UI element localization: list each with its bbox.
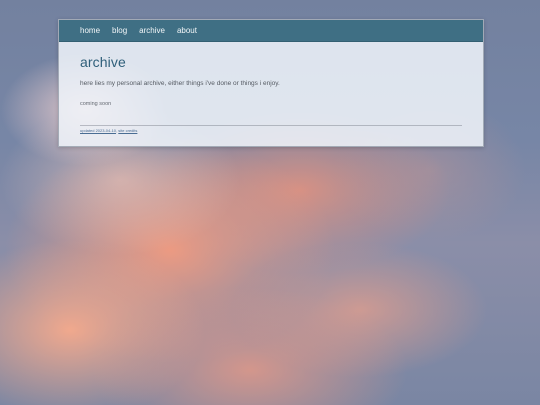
- site-credits-link[interactable]: site credits: [118, 128, 137, 133]
- nav-link-home[interactable]: home: [80, 26, 100, 35]
- page-card: home blog archive about archive here lie…: [58, 19, 484, 147]
- top-nav: home blog archive about: [59, 20, 483, 42]
- nav-link-about[interactable]: about: [177, 26, 197, 35]
- status-text: coming soon: [80, 101, 112, 108]
- intro-text: here lies my personal archive, either th…: [80, 80, 280, 88]
- main-content: archive here lies my personal archive, e…: [59, 42, 483, 133]
- footer: updated 2023-04-10, site credits: [80, 127, 462, 133]
- footer-divider: [80, 124, 462, 126]
- nav-link-blog[interactable]: blog: [112, 26, 127, 35]
- page-title: archive: [80, 54, 126, 70]
- updated-link[interactable]: updated 2023-04-10: [80, 128, 116, 133]
- nav-link-archive[interactable]: archive: [139, 26, 165, 35]
- footer-separator: ,: [116, 127, 118, 133]
